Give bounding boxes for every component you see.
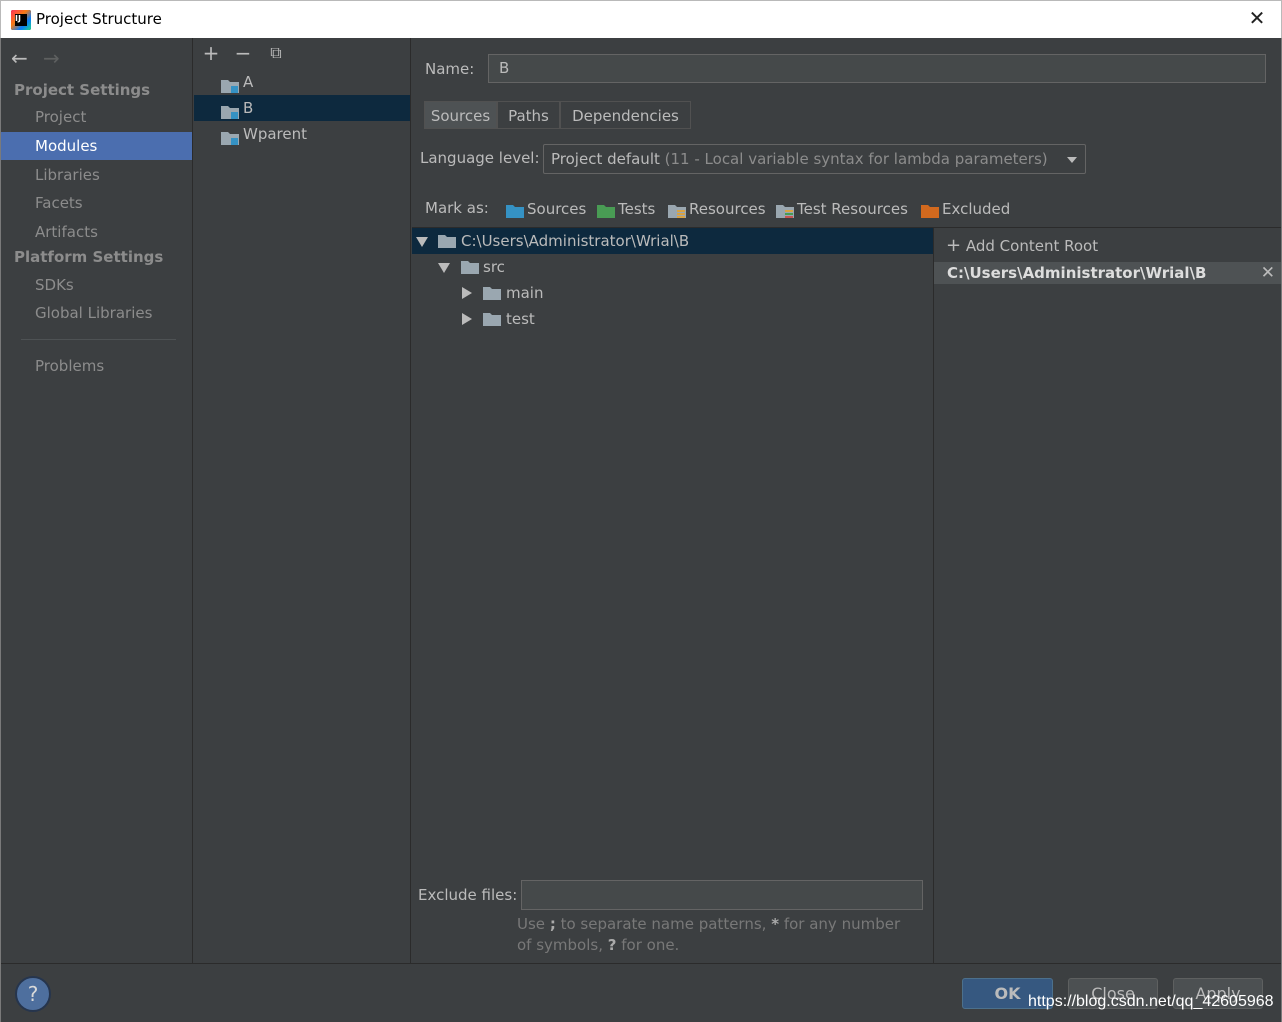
resources-folder-icon: [668, 205, 686, 218]
content-roots-panel: + Add Content Root C:\Users\Administrato…: [933, 227, 1281, 963]
folder-icon: [461, 261, 479, 274]
mark-as-label-text: Excluded: [942, 200, 1011, 218]
tab-sources[interactable]: Sources: [424, 101, 497, 129]
tree-row-test[interactable]: test: [412, 306, 933, 332]
forward-arrow-icon[interactable]: →: [43, 46, 63, 70]
dialog-footer: ? OK Close Apply https://blog.csdn.net/q…: [1, 963, 1281, 1022]
mark-as-label-text: Test Resources: [797, 200, 908, 218]
mark-as-test-resources-button[interactable]: Test Resources: [776, 200, 908, 218]
nav-item-artifacts[interactable]: Artifacts: [1, 218, 192, 246]
collapse-arrow-icon[interactable]: [462, 313, 472, 325]
hint-text: Use: [517, 915, 546, 933]
nav-item-global-libraries[interactable]: Global Libraries: [1, 299, 192, 327]
mark-as-sources-button[interactable]: Sources: [506, 200, 586, 218]
tab-paths[interactable]: Paths: [497, 101, 560, 129]
module-detail-panel: Name: B Sources Paths Dependencies Langu…: [412, 38, 1281, 963]
language-level-value: Project default: [551, 150, 660, 168]
exclude-files-label: Exclude files:: [418, 886, 518, 904]
module-item-b[interactable]: B: [194, 95, 410, 121]
nav-divider: [21, 339, 176, 340]
language-level-select[interactable]: Project default (11 - Local variable syn…: [543, 144, 1086, 174]
module-folder-icon: [221, 75, 239, 93]
intellij-app-icon: [11, 10, 31, 30]
copy-module-icon[interactable]: ⧉: [265, 43, 287, 65]
tab-dependencies[interactable]: Dependencies: [560, 101, 691, 129]
tests-folder-icon: [597, 205, 615, 218]
add-content-root-label: Add Content Root: [965, 237, 1099, 255]
dialog-body: ← → Project Settings Project Modules Lib…: [0, 38, 1282, 1022]
title-bar: Project Structure ✕: [0, 0, 1282, 38]
folder-icon: [483, 313, 501, 326]
back-arrow-icon[interactable]: ←: [11, 46, 31, 70]
hint-symbol: ?: [607, 936, 617, 954]
expand-arrow-icon[interactable]: [416, 237, 428, 247]
remove-content-root-icon[interactable]: ✕: [1261, 262, 1275, 284]
platform-settings-header: Platform Settings: [14, 248, 164, 266]
nav-item-facets[interactable]: Facets: [1, 189, 192, 217]
tree-row-root[interactable]: C:\Users\Administrator\Wrial\B: [412, 228, 933, 254]
nav-item-problems[interactable]: Problems: [1, 352, 192, 380]
modules-list-panel: + − ⧉ A B Wparent: [194, 38, 411, 963]
exclude-files-hint: Use ; to separate name patterns, * for a…: [517, 914, 917, 956]
settings-nav: ← → Project Settings Project Modules Lib…: [1, 38, 193, 963]
add-content-root-button[interactable]: + Add Content Root: [946, 235, 1098, 256]
module-label: Wparent: [243, 125, 307, 143]
module-name-input[interactable]: B: [488, 54, 1266, 83]
nav-item-libraries[interactable]: Libraries: [1, 161, 192, 189]
plus-icon: +: [946, 235, 962, 256]
module-item-wparent[interactable]: Wparent: [194, 121, 410, 147]
hint-symbol: ;: [549, 915, 556, 933]
mark-as-label-text: Resources: [689, 200, 766, 218]
module-item-a[interactable]: A: [194, 69, 410, 95]
content-root-tree: C:\Users\Administrator\Wrial\B src main …: [412, 227, 933, 963]
module-folder-icon: [221, 127, 239, 145]
window-title: Project Structure: [36, 10, 162, 28]
tree-row-main[interactable]: main: [412, 280, 933, 306]
nav-item-sdks[interactable]: SDKs: [1, 271, 192, 299]
module-label: B: [243, 99, 254, 117]
name-label: Name:: [425, 60, 475, 78]
nav-item-modules[interactable]: Modules: [1, 132, 192, 160]
tree-row-src[interactable]: src: [412, 254, 933, 280]
module-label: A: [243, 73, 254, 91]
expand-arrow-icon[interactable]: [438, 263, 450, 273]
module-folder-icon: [221, 101, 239, 119]
test-resources-folder-icon: [776, 205, 794, 218]
hint-text: to separate name patterns,: [560, 915, 767, 933]
watermark-url: https://blog.csdn.net/qq_42605968: [1028, 993, 1274, 1010]
nav-item-project[interactable]: Project: [1, 103, 192, 131]
mark-as-label-text: Tests: [618, 200, 656, 218]
close-window-icon[interactable]: ✕: [1247, 8, 1267, 28]
tree-label: main: [506, 284, 544, 302]
mark-as-resources-button[interactable]: Resources: [668, 200, 766, 218]
mark-as-label-text: Sources: [527, 200, 587, 218]
hint-symbol: *: [771, 915, 780, 933]
chevron-down-icon: [1067, 157, 1077, 163]
exclude-files-input[interactable]: [521, 880, 923, 910]
hint-text: for one.: [621, 936, 680, 954]
folder-icon: [483, 287, 501, 300]
content-root-path: C:\Users\Administrator\Wrial\B: [947, 264, 1207, 282]
tree-label: test: [506, 310, 535, 328]
mark-as-excluded-button[interactable]: Excluded: [921, 200, 1010, 218]
folder-icon: [438, 235, 456, 248]
content-root-entry[interactable]: C:\Users\Administrator\Wrial\B ✕: [934, 262, 1281, 284]
tree-label: src: [483, 258, 505, 276]
mark-as-tests-button[interactable]: Tests: [597, 200, 655, 218]
remove-module-icon[interactable]: −: [232, 43, 254, 65]
language-level-label: Language level:: [420, 149, 540, 167]
language-level-hint: (11 - Local variable syntax for lambda p…: [664, 150, 1048, 168]
project-settings-header: Project Settings: [14, 81, 151, 99]
add-module-icon[interactable]: +: [200, 43, 222, 65]
help-icon[interactable]: ?: [15, 976, 51, 1012]
sources-folder-icon: [506, 205, 524, 218]
tree-label: C:\Users\Administrator\Wrial\B: [461, 232, 690, 250]
mark-as-label: Mark as:: [425, 199, 489, 217]
excluded-folder-icon: [921, 205, 939, 218]
collapse-arrow-icon[interactable]: [462, 287, 472, 299]
